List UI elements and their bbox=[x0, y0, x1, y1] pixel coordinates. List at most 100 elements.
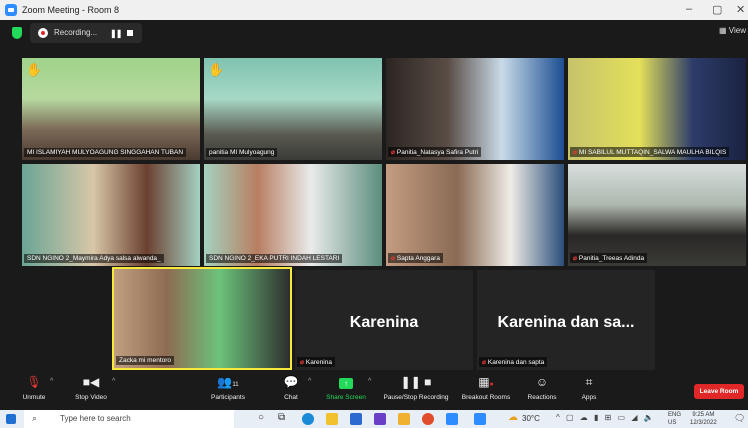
task-view-icon[interactable]: ⧉ bbox=[278, 412, 285, 423]
participants-button[interactable]: 👥11 Participants bbox=[204, 372, 252, 408]
lang-code: ENG bbox=[668, 412, 682, 418]
muted-mic-icon: ⌀ bbox=[482, 359, 486, 366]
reactions-button[interactable]: ☺ Reactions bbox=[520, 372, 564, 408]
muted-mic-icon: ⌀ bbox=[573, 149, 577, 156]
muted-mic-icon: 🎙 bbox=[26, 375, 42, 389]
participant-name: ⌀ Karenina dan sapta bbox=[479, 357, 548, 367]
participants-label: Participants bbox=[211, 394, 245, 401]
pause-recording-icon[interactable]: ❚❚ bbox=[110, 29, 122, 38]
participant-name: MI ISLAMIYAH MULYOAGUNG SINGGAHAN TUBAN bbox=[24, 148, 187, 157]
participant-name: SDN NGINO 2_Maymira Adya salsa alwanda_ bbox=[24, 254, 164, 263]
chrome-icon[interactable] bbox=[422, 413, 434, 425]
apps-label: Apps bbox=[581, 394, 597, 401]
time-text: 9:25 AM bbox=[692, 412, 715, 418]
participant-name: SDN NGINO 2_EKA PUTRI INDAH LESTARI bbox=[206, 254, 343, 263]
unmute-label: Unmute bbox=[22, 394, 46, 401]
breakout-rooms-label: Breakout Rooms bbox=[461, 394, 511, 401]
participant-name-text: Karenina dan sapta bbox=[487, 359, 545, 366]
app-icon[interactable] bbox=[374, 413, 386, 425]
video-tile[interactable]: ✋ MI ISLAMIYAH MULYOAGUNG SINGGAHAN TUBA… bbox=[22, 58, 200, 160]
raised-hand-icon: ✋ bbox=[208, 62, 225, 77]
weather-temp[interactable]: 30°C bbox=[522, 414, 540, 423]
edge-browser-icon[interactable] bbox=[302, 413, 314, 425]
participant-name: ⌀ Karenina bbox=[297, 357, 335, 367]
apps-button[interactable]: ⌗ Apps bbox=[574, 372, 604, 408]
video-tile[interactable]: ⌀ Sapta Anggara bbox=[386, 164, 564, 266]
stop-recording-icon[interactable] bbox=[127, 30, 133, 36]
participant-name-text: Karenina bbox=[305, 359, 332, 366]
store-icon[interactable] bbox=[350, 413, 362, 425]
participant-name-text: Sapta Anggara bbox=[396, 255, 440, 262]
participant-name: ⌀ MI SABILUL MUTTAQIN_SALWA MAULHA BILQIS bbox=[570, 147, 730, 157]
share-screen-label: Share Screen bbox=[326, 394, 366, 401]
chat-bubble-icon: 💬 bbox=[283, 375, 299, 389]
participant-name-text: MI SABILUL MUTTAQIN_SALWA MAULHA BILQIS bbox=[578, 149, 727, 156]
search-placeholder: Type here to search bbox=[60, 414, 131, 423]
maximize-button[interactable]: ▢ bbox=[712, 3, 722, 16]
clock[interactable]: 9:25 AM 12/3/2022 bbox=[690, 411, 717, 427]
app-icon[interactable] bbox=[398, 413, 410, 425]
breakout-rooms-button[interactable]: ▦● Breakout Rooms bbox=[458, 372, 514, 408]
language-indicator[interactable]: ENG US bbox=[668, 411, 681, 427]
participant-display-name: Karenina dan sa... bbox=[497, 314, 635, 331]
weather-icon[interactable]: ☁ bbox=[508, 412, 518, 423]
system-tray-icons[interactable]: ^ ▢ ☁ ▮ ⊞ ▭ ◢ 🔈 bbox=[556, 413, 656, 422]
minimize-button[interactable]: – bbox=[686, 3, 692, 15]
encryption-shield-icon[interactable] bbox=[12, 27, 22, 39]
video-tile[interactable]: ⌀ MI SABILUL MUTTAQIN_SALWA MAULHA BILQIS bbox=[568, 58, 746, 160]
video-options-chevron-icon[interactable]: ^ bbox=[112, 378, 115, 385]
participant-name: ⌀ Sapta Anggara bbox=[388, 253, 443, 263]
share-options-chevron-icon[interactable]: ^ bbox=[368, 378, 371, 385]
participants-icon: 👥11 bbox=[217, 375, 239, 389]
muted-mic-icon: ⌀ bbox=[391, 149, 395, 156]
participant-name: panitia MI Mulyoagung bbox=[206, 148, 278, 157]
view-button[interactable]: ▦ View bbox=[719, 26, 746, 35]
reactions-smiley-icon: ☺ bbox=[535, 375, 549, 389]
chat-button[interactable]: 💬 Chat bbox=[276, 372, 306, 408]
participant-name: Zacka mi mentoro bbox=[116, 356, 175, 365]
chat-options-chevron-icon[interactable]: ^ bbox=[308, 378, 311, 385]
participants-count: 11 bbox=[232, 382, 239, 388]
video-tile[interactable]: ⌀ Panitia_Natasya Safira Putri bbox=[386, 58, 564, 160]
search-icon: ⌕ bbox=[32, 413, 38, 423]
share-screen-icon: ↑ bbox=[322, 372, 370, 392]
meeting-topbar: Recording... ❚❚ ▦ View bbox=[0, 20, 748, 46]
share-screen-button[interactable]: ↑ Share Screen bbox=[322, 372, 370, 408]
zoom-taskbar-icon[interactable] bbox=[446, 413, 458, 425]
participant-name-text: Panitia_Treeas Adinda bbox=[578, 255, 645, 262]
file-explorer-icon[interactable] bbox=[326, 413, 338, 425]
windows-start-icon[interactable] bbox=[6, 414, 16, 424]
recording-indicator: Recording... ❚❚ bbox=[30, 23, 142, 43]
muted-mic-icon: ⌀ bbox=[300, 359, 304, 366]
region-code: US bbox=[668, 420, 677, 426]
video-tile[interactable]: SDN NGINO 2_Maymira Adya salsa alwanda_ bbox=[22, 164, 200, 266]
notifications-icon[interactable]: 🗨 bbox=[734, 413, 745, 424]
zoom-meeting-taskbar-icon[interactable] bbox=[474, 413, 486, 425]
window-titlebar: Zoom Meeting - Room 8 – ▢ ✕ bbox=[0, 0, 748, 20]
date-text: 12/3/2022 bbox=[690, 420, 717, 426]
muted-mic-icon: ⌀ bbox=[573, 255, 577, 262]
leave-room-button[interactable]: Leave Room bbox=[694, 384, 744, 399]
video-tile-off[interactable]: Karenina ⌀ Karenina bbox=[295, 270, 473, 370]
close-button[interactable]: ✕ bbox=[736, 3, 745, 16]
recording-controls-label: Pause/Stop Recording bbox=[383, 394, 449, 401]
participant-name-text: Zacka mi mentoro bbox=[119, 357, 172, 364]
windows-taskbar: ⌕ Type here to search ○ ⧉ ☁ 30°C ^ ▢ ☁ ▮… bbox=[0, 410, 748, 428]
participant-display-name: Karenina bbox=[349, 314, 419, 331]
participant-name-text: MI ISLAMIYAH MULYOAGUNG SINGGAHAN TUBAN bbox=[27, 149, 184, 156]
view-label: View bbox=[728, 26, 746, 35]
unmute-button[interactable]: 🎙 Unmute bbox=[14, 372, 54, 408]
audio-options-chevron-icon[interactable]: ^ bbox=[50, 378, 53, 385]
video-tile[interactable]: ⌀ Panitia_Treeas Adinda bbox=[568, 164, 746, 266]
cortana-icon[interactable]: ○ bbox=[258, 412, 264, 423]
active-speaker-tile[interactable]: Zacka mi mentoro bbox=[112, 267, 292, 370]
stop-video-button[interactable]: ■◀ Stop Video bbox=[66, 372, 116, 408]
pause-stop-recording-button[interactable]: ❚❚ ■ Pause/Stop Recording bbox=[380, 372, 452, 408]
record-dot-icon bbox=[38, 28, 48, 38]
breakout-rooms-icon: ▦● bbox=[478, 375, 494, 389]
taskbar-search-box[interactable]: ⌕ Type here to search bbox=[24, 410, 234, 428]
participant-name-text: Panitia_Natasya Safira Putri bbox=[396, 149, 479, 156]
video-tile[interactable]: SDN NGINO 2_EKA PUTRI INDAH LESTARI bbox=[204, 164, 382, 266]
video-tile[interactable]: ✋ panitia MI Mulyoagung bbox=[204, 58, 382, 160]
video-tile-off[interactable]: Karenina dan sa... ⌀ Karenina dan sapta bbox=[477, 270, 655, 370]
